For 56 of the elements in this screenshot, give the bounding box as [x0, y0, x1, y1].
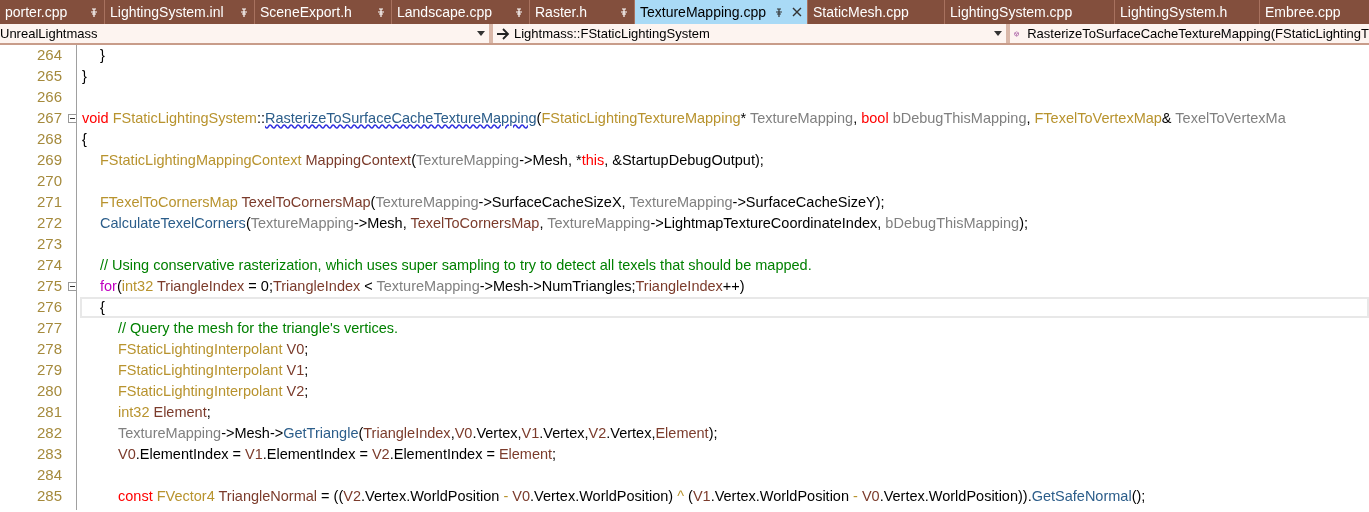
code-line: FTexelToCornersMap TexelToCornersMap(TextureMapping->SurfaceCacheSizeX, TextureMapping->SurfaceCacheSizeY); — [99, 192, 885, 212]
code-line: V0.ElementIndex = V1.ElementIndex = V2.ElementIndex = Element; — [117, 444, 557, 464]
pin-icon[interactable] — [774, 7, 785, 17]
caret-icon — [994, 31, 1002, 36]
line-number: 276 — [35, 297, 62, 318]
close-icon[interactable] — [792, 7, 802, 17]
code-line: FStaticLightingMappingContext MappingContext(TextureMapping->Mesh, *this, &StartupDebugOutput); — [99, 150, 764, 170]
code-line: { — [82, 129, 87, 149]
code-line: const FVector4 TriangleNormal = ((V2.Vertex.WorldPosition - V0.Vertex.WorldPosition) ^ (V1.Vertex.WorldPosition - V0.Vertex.WorldPosition)).GetSafeNormal(); — [117, 486, 1146, 506]
line-number: 282 — [35, 423, 62, 444]
line-number: 267 — [35, 108, 62, 129]
code-line: void FStaticLightingSystem::RasterizeToSurfaceCacheTextureMapping(FStaticLightingTextureMapping* TextureMapping, bool bDebugThisMapping, FTexelToVertexMap& TexelToVertexMa — [82, 108, 1286, 128]
line-number: 270 — [35, 171, 62, 192]
line-number: 284 — [35, 465, 62, 486]
code-line: CalculateTexelCorners(TextureMapping->Mesh, TexelToCornersMap, TextureMapping->LightmapTextureCoordinateIndex, bDebugThisMapping); — [99, 213, 1028, 233]
code-line: TextureMapping->Mesh->GetTriangle(TriangleIndex,V0.Vertex,V1.Vertex,V2.Vertex,Element); — [117, 423, 718, 443]
code-line: for(int32 TriangleIndex = 0;TriangleIndex < TextureMapping->Mesh->NumTriangles;TriangleIndex++) — [99, 276, 745, 296]
scope-dropdown[interactable]: Lightmass::FStaticLightingSystem — [493, 24, 1010, 43]
code-line: { — [99, 297, 105, 317]
line-number: 279 — [35, 360, 62, 381]
line-number: 264 — [35, 45, 62, 66]
collapse-icon[interactable] — [67, 114, 77, 123]
arrow-icon — [496, 27, 510, 40]
member-dropdown[interactable]: RasterizeToSurfaceCacheTextureMapping(FStaticLightingT — [1010, 24, 1369, 43]
line-number: 271 — [35, 192, 62, 213]
pin-icon[interactable] — [239, 7, 249, 17]
code-line: // Using conservative rasterization, which uses super sampling to try to detect all texels that should be mapped. — [99, 255, 812, 275]
code-line: int32 Element; — [117, 402, 211, 422]
code-line: // Query the mesh for the triangle's vertices. — [117, 318, 398, 338]
line-number: 283 — [35, 444, 62, 465]
line-number: 278 — [35, 339, 62, 360]
code-line: } — [99, 45, 105, 65]
line-number: 281 — [35, 402, 62, 423]
line-number: 269 — [35, 150, 62, 171]
line-number: 275 — [35, 276, 62, 297]
code-line: FStaticLightingInterpolant V0; — [117, 339, 309, 359]
collapse-icon[interactable] — [67, 282, 77, 291]
line-number: 272 — [35, 213, 62, 234]
code-line: FStaticLightingInterpolant V2; — [117, 381, 309, 401]
line-number: 266 — [35, 87, 62, 108]
file-tab[interactable]: TextureMapping.cpp — [635, 0, 808, 24]
line-number: 277 — [35, 318, 62, 339]
caret-icon — [477, 31, 485, 36]
line-number: 273 — [35, 234, 62, 255]
line-number: 268 — [35, 129, 62, 150]
project-dropdown[interactable]: UnrealLightmass — [0, 24, 493, 43]
code-line: } — [82, 66, 87, 86]
pin-icon[interactable] — [514, 7, 524, 17]
line-number: 285 — [35, 486, 62, 507]
pin-icon[interactable] — [376, 7, 386, 17]
pin-icon[interactable] — [619, 7, 629, 17]
line-number: 280 — [35, 381, 62, 402]
pin-icon[interactable] — [89, 7, 99, 17]
line-number: 274 — [35, 255, 62, 276]
line-number: 265 — [35, 66, 62, 87]
code-line: FStaticLightingInterpolant V1; — [117, 360, 309, 380]
